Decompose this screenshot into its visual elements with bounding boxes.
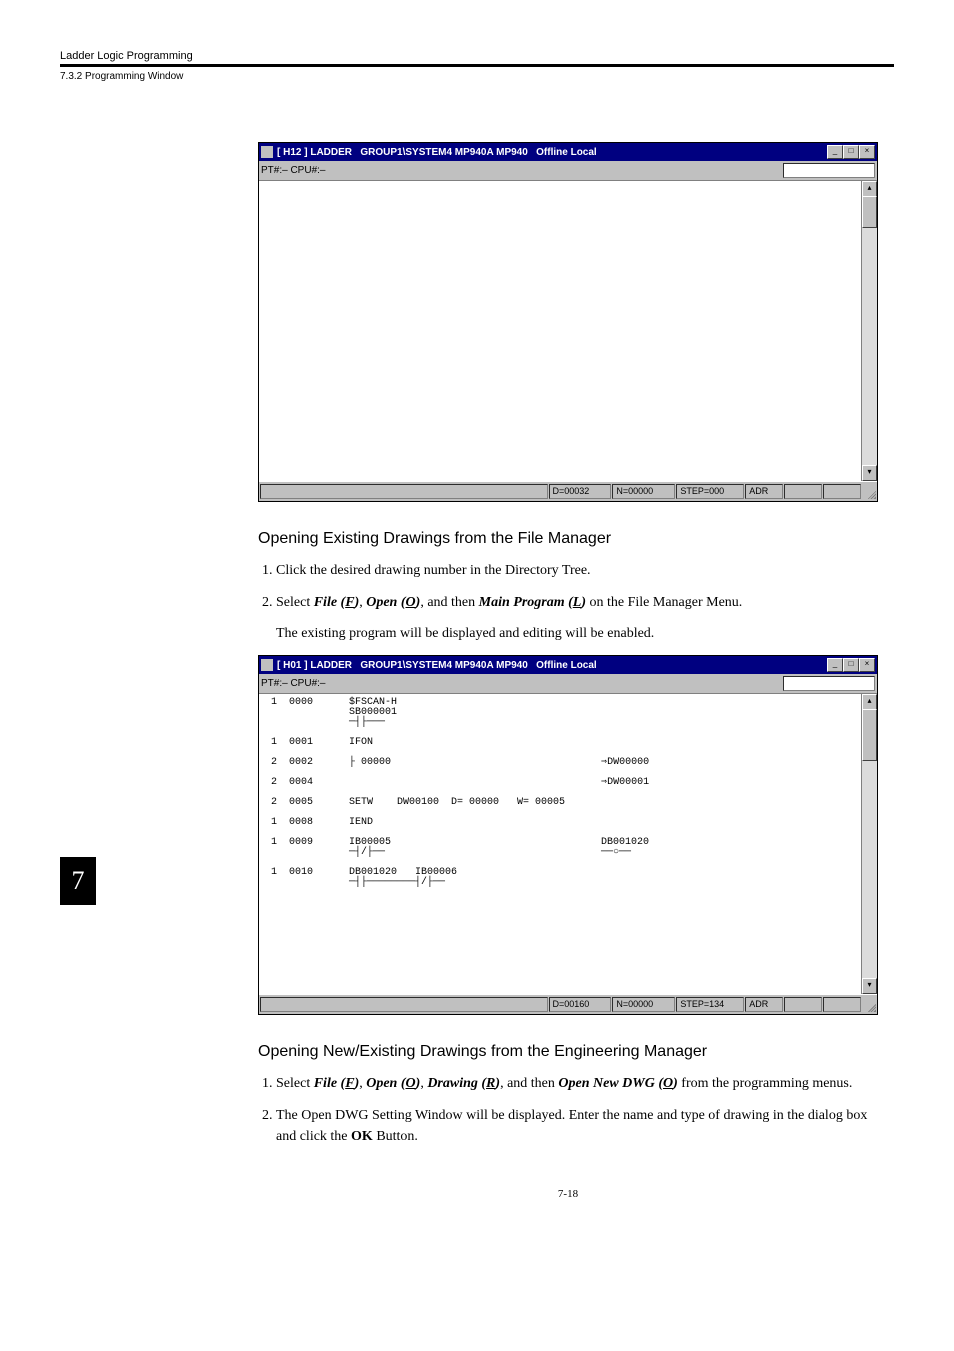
- status-d: D=00160: [549, 997, 612, 1012]
- status-d: D=00032: [549, 484, 612, 499]
- chapter-tab: 7: [60, 857, 96, 905]
- step-note: The existing program will be displayed a…: [276, 623, 878, 645]
- window-title: [ H01 ] LADDER GROUP1\SYSTEM4 MP940A MP9…: [277, 660, 827, 671]
- pt-cpu-label: PT#:– CPU#:–: [261, 165, 325, 176]
- ladder-program: 1 0000 $FSCAN-H SB000001 ─┤├─── 1 0001 I…: [259, 694, 877, 898]
- titlebar[interactable]: [ H01 ] LADDER GROUP1\SYSTEM4 MP940A MP9…: [259, 656, 877, 674]
- minimize-button[interactable]: _: [827, 145, 843, 159]
- close-button[interactable]: ×: [859, 145, 875, 159]
- resize-grip-icon[interactable]: [862, 998, 876, 1012]
- toolbar: PT#:– CPU#:–: [259, 161, 877, 181]
- scroll-up-icon[interactable]: ▴: [862, 181, 877, 197]
- status-adr: ADR: [745, 997, 783, 1012]
- window-icon: [261, 146, 273, 158]
- status-empty2: [823, 997, 861, 1012]
- steps-list-1: Click the desired drawing number in the …: [276, 560, 878, 645]
- status-step: STEP=134: [676, 997, 744, 1012]
- status-empty1: [784, 997, 822, 1012]
- step-item: Select File (F), Open (O), Drawing (R), …: [276, 1073, 878, 1095]
- scroll-thumb[interactable]: [862, 709, 877, 761]
- scroll-thumb[interactable]: [862, 196, 877, 228]
- toolbar: PT#:– CPU#:–: [259, 674, 877, 694]
- ladder-canvas[interactable]: 1 0000 $FSCAN-H SB000001 ─┤├─── 1 0001 I…: [259, 694, 877, 994]
- status-bar: D=00160 N=00000 STEP=134 ADR: [259, 994, 877, 1014]
- vertical-scrollbar[interactable]: ▴ ▾: [861, 181, 877, 481]
- header-rule: [60, 64, 894, 67]
- status-empty2: [823, 484, 861, 499]
- toolbar-field[interactable]: [783, 676, 875, 691]
- ladder-canvas[interactable]: ▴ ▾: [259, 181, 877, 481]
- step-item: Select File (F), Open (O), and then Main…: [276, 592, 878, 645]
- status-spacer: [260, 484, 548, 499]
- pt-cpu-label: PT#:– CPU#:–: [261, 678, 325, 689]
- status-step: STEP=000: [676, 484, 744, 499]
- maximize-button[interactable]: □: [843, 145, 859, 159]
- step-item: Click the desired drawing number in the …: [276, 560, 878, 582]
- window-icon: [261, 659, 273, 671]
- scroll-down-icon[interactable]: ▾: [862, 978, 877, 994]
- heading-opening-new-existing: Opening New/Existing Drawings from the E…: [258, 1043, 878, 1061]
- maximize-button[interactable]: □: [843, 658, 859, 672]
- steps-list-2: Select File (F), Open (O), Drawing (R), …: [276, 1073, 878, 1148]
- heading-opening-existing: Opening Existing Drawings from the File …: [258, 530, 878, 548]
- titlebar[interactable]: [ H12 ] LADDER GROUP1\SYSTEM4 MP940A MP9…: [259, 143, 877, 161]
- status-spacer: [260, 997, 548, 1012]
- resize-grip-icon[interactable]: [862, 485, 876, 499]
- status-n: N=00000: [612, 484, 675, 499]
- scroll-down-icon[interactable]: ▾: [862, 465, 877, 481]
- status-empty1: [784, 484, 822, 499]
- page-number: 7-18: [258, 1188, 878, 1200]
- ladder-window-empty: [ H12 ] LADDER GROUP1\SYSTEM4 MP940A MP9…: [258, 142, 878, 502]
- close-button[interactable]: ×: [859, 658, 875, 672]
- subsection-label: 7.3.2 Programming Window: [60, 71, 894, 82]
- minimize-button[interactable]: _: [827, 658, 843, 672]
- status-adr: ADR: [745, 484, 783, 499]
- toolbar-field[interactable]: [783, 163, 875, 178]
- scroll-up-icon[interactable]: ▴: [862, 694, 877, 710]
- window-title: [ H12 ] LADDER GROUP1\SYSTEM4 MP940A MP9…: [277, 147, 827, 158]
- ladder-window-populated: [ H01 ] LADDER GROUP1\SYSTEM4 MP940A MP9…: [258, 655, 878, 1015]
- status-n: N=00000: [612, 997, 675, 1012]
- status-bar: D=00032 N=00000 STEP=000 ADR: [259, 481, 877, 501]
- vertical-scrollbar[interactable]: ▴ ▾: [861, 694, 877, 994]
- section-title: Ladder Logic Programming: [60, 50, 894, 62]
- step-item: The Open DWG Setting Window will be disp…: [276, 1105, 878, 1148]
